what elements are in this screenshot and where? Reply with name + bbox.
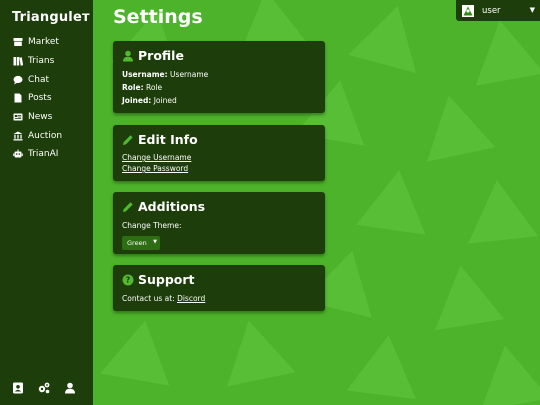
chevron-down-icon: ▼ <box>529 6 535 14</box>
edit-info-heading: Edit Info <box>122 132 316 147</box>
role-row: Role: Role <box>122 81 316 94</box>
bank-icon <box>12 130 23 141</box>
store-icon <box>12 37 23 48</box>
svg-text:?: ? <box>126 275 131 284</box>
contact-text: Contact us at: <box>122 294 175 303</box>
chat-icon <box>12 74 23 85</box>
user-menu-dropdown[interactable]: user ▼ <box>456 0 540 21</box>
theme-select-value: Green <box>127 239 147 247</box>
pencil-icon <box>122 134 134 146</box>
joined-value: Joined <box>153 96 177 105</box>
username-value: Username <box>170 70 209 79</box>
sidebar-item-label: Auction <box>28 130 63 141</box>
profile-title: Profile <box>138 48 184 63</box>
sidebar-item-trianai[interactable]: TrianAI <box>12 145 62 164</box>
app-logo[interactable]: Trianguleт <box>12 10 90 25</box>
sidebar-item-auction[interactable]: Auction <box>12 126 62 145</box>
profile-card: Profile Username: Username Role: Role Jo… <box>113 41 325 113</box>
sidebar-item-trians[interactable]: Trians <box>12 52 62 71</box>
pencil-icon <box>122 201 134 213</box>
chevron-down-icon: ▼ <box>153 239 157 245</box>
sidebar-item-label: Trians <box>28 56 55 67</box>
support-title: Support <box>138 272 195 287</box>
username-row: Username: Username <box>122 68 316 81</box>
sidebar-item-label: TrianAI <box>28 149 59 160</box>
joined-row: Joined: Joined <box>122 94 316 107</box>
theme-select[interactable]: Green ▼ <box>122 236 160 250</box>
edit-info-title: Edit Info <box>138 132 198 147</box>
gears-icon[interactable] <box>38 382 50 394</box>
discord-link[interactable]: Discord <box>177 294 205 303</box>
username-label: Username: <box>122 70 168 79</box>
user-icon[interactable] <box>64 382 76 394</box>
newspaper-icon <box>12 112 23 123</box>
change-username-link[interactable]: Change Username <box>122 152 316 163</box>
change-password-link[interactable]: Change Password <box>122 163 316 174</box>
user-name: user <box>482 5 501 16</box>
sidebar-nav: Market Trians Chat Posts News Auction Tr… <box>12 33 62 164</box>
sidebar-item-label: Chat <box>28 74 50 85</box>
user-icon <box>122 50 134 62</box>
sidebar-item-label: Market <box>28 37 59 48</box>
question-circle-icon: ? <box>122 274 134 286</box>
contact-book-icon[interactable] <box>12 382 24 394</box>
document-icon <box>12 93 23 104</box>
page-title: Settings <box>113 6 203 28</box>
robot-icon <box>12 149 23 160</box>
support-heading: ? Support <box>122 272 316 287</box>
sidebar-item-posts[interactable]: Posts <box>12 89 62 108</box>
sidebar-item-label: News <box>28 112 53 123</box>
role-value: Role <box>145 83 163 92</box>
contact-row: Contact us at: Discord <box>122 292 316 305</box>
additions-title: Additions <box>138 199 206 214</box>
sidebar-item-chat[interactable]: Chat <box>12 70 62 89</box>
role-label: Role: <box>122 83 144 92</box>
sidebar-item-label: Posts <box>28 93 52 104</box>
theme-label: Change Theme: <box>122 221 182 230</box>
profile-heading: Profile <box>122 48 316 63</box>
sidebar-item-news[interactable]: News <box>12 108 62 127</box>
additions-card: Additions Change Theme: Green ▼ <box>113 192 325 254</box>
books-icon <box>12 56 23 67</box>
sidebar: Trianguleт Market Trians Chat Posts News… <box>0 0 93 405</box>
joined-label: Joined: <box>122 96 152 105</box>
sidebar-item-market[interactable]: Market <box>12 33 62 52</box>
support-card: ? Support Contact us at: Discord <box>113 265 325 311</box>
sidebar-footer <box>12 382 76 394</box>
additions-heading: Additions <box>122 199 316 214</box>
edit-info-card: Edit Info Change Username Change Passwor… <box>113 125 325 181</box>
avatar-icon <box>462 4 474 17</box>
